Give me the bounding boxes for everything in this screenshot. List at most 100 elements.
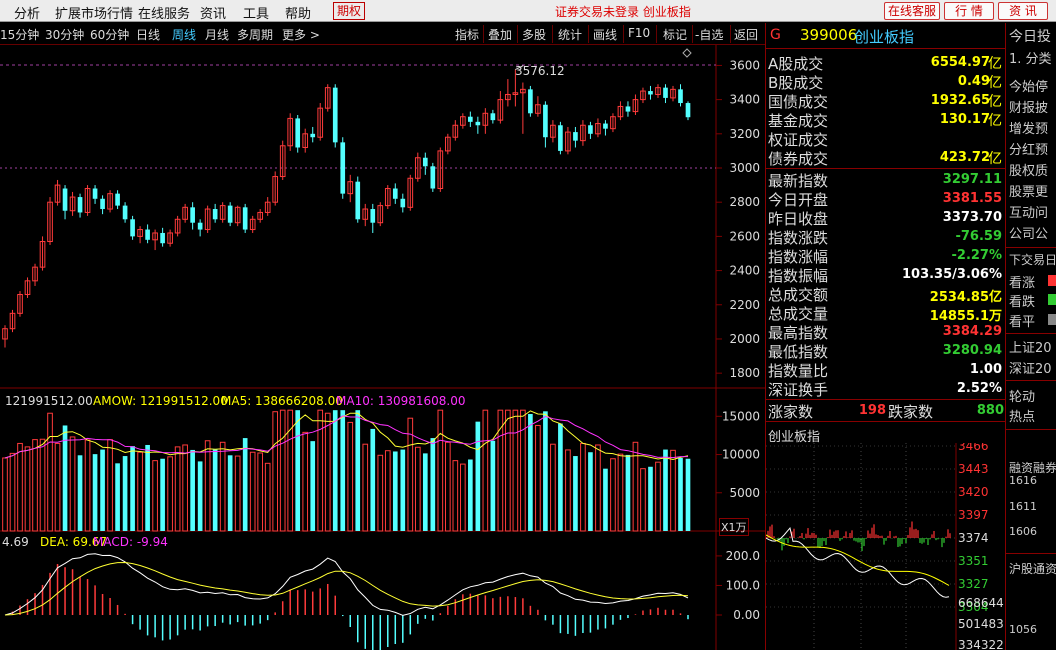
candle-body <box>160 232 165 244</box>
options-button[interactable]: 期权 <box>333 2 365 20</box>
volume-bar <box>174 446 181 532</box>
macd-series <box>4 553 689 650</box>
index-name: 创业板指 <box>854 28 915 46</box>
volume-bar <box>565 449 571 532</box>
volume-bar <box>39 438 46 532</box>
tool-add-watchlist[interactable]: -自选 <box>695 26 723 43</box>
volume-bar <box>47 412 53 532</box>
macd-tick-100.0: 100.0 <box>726 578 760 592</box>
volume-bar <box>685 458 691 531</box>
candle-body <box>430 166 436 189</box>
volume-row-unit: 亿 <box>988 56 1002 72</box>
menu-help[interactable]: 帮助 <box>285 3 311 22</box>
volume-row-unit: 亿 <box>988 151 1002 167</box>
volume-bar <box>197 461 203 531</box>
far-item[interactable]: 今始停 <box>1009 76 1048 95</box>
candle-body <box>340 142 346 194</box>
period-multi[interactable]: 多周期 <box>237 26 273 43</box>
kline-chart-area[interactable]: 1800 2000 2200 2400 2600 2800 3000 3200 3400 3600… <box>0 45 765 650</box>
macd-dif-line <box>4 553 689 616</box>
volume-bar <box>377 454 384 532</box>
volume-bar <box>272 411 279 532</box>
far-category[interactable]: 1. 分类 <box>1009 48 1052 67</box>
volume-bar <box>77 455 83 531</box>
macd-dea-line <box>4 561 689 616</box>
tool-stats[interactable]: 统计 <box>558 26 582 43</box>
period-month[interactable]: 月线 <box>205 26 229 43</box>
volume-bar <box>137 451 143 532</box>
volume-bar <box>437 409 444 532</box>
index-row-value: 3381.55 <box>942 191 1002 206</box>
volume-bar <box>295 410 301 531</box>
far-rotation: 轮动 <box>1009 390 1036 405</box>
volume-bar <box>444 441 451 532</box>
volume-bar <box>242 438 248 531</box>
volume-bar <box>130 446 135 531</box>
period-15min[interactable]: 15分钟 <box>0 26 39 43</box>
candle-body <box>212 209 218 220</box>
tool-mark[interactable]: 标记 <box>663 26 687 43</box>
menu-online-service[interactable]: 在线服务 <box>138 3 190 22</box>
far-item[interactable]: 增发预 <box>1009 118 1048 137</box>
intraday-mini-chart[interactable]: 3466344334203397337433513327330466864450… <box>766 443 1006 650</box>
price-tick-2800: 2800 <box>729 195 760 209</box>
menu-news[interactable]: 资讯 <box>200 3 226 22</box>
index-row-label: 总成交额 <box>768 286 829 304</box>
far-item[interactable]: 股票更 <box>1009 181 1048 200</box>
volume-bar <box>340 410 346 531</box>
period-week[interactable]: 周线 <box>172 26 196 43</box>
quotes-button[interactable]: 行 情 <box>944 2 994 20</box>
price-tick-2400: 2400 <box>729 264 760 278</box>
volume-bar <box>227 455 233 531</box>
volume-bar <box>310 441 316 531</box>
candle-body <box>475 121 481 126</box>
menu-analysis[interactable]: 分析 <box>14 3 40 22</box>
far-item[interactable]: 财报披 <box>1009 97 1048 116</box>
tool-multi-stock[interactable]: 多股 <box>522 26 546 43</box>
news-button[interactable]: 资 讯 <box>998 2 1048 20</box>
period-more[interactable]: 更多 > <box>282 26 320 43</box>
tool-draw[interactable]: 画线 <box>593 26 617 43</box>
far-item[interactable]: 公司公 <box>1009 223 1048 242</box>
diamond-icon <box>682 48 692 58</box>
far-rz-3: 1606 <box>1009 525 1037 538</box>
index-row-label: 指数涨幅 <box>768 248 829 266</box>
volume-bar <box>204 440 211 532</box>
candle-body <box>190 207 195 223</box>
candle-body <box>648 91 653 95</box>
volume-bar <box>9 452 16 532</box>
period-day[interactable]: 日线 <box>136 26 160 43</box>
period-30min[interactable]: 30分钟 <box>45 26 84 43</box>
menu-tools[interactable]: 工具 <box>243 3 269 22</box>
index-row-label: 昨日收盘 <box>768 210 829 228</box>
far-item[interactable]: 股权质 <box>1009 160 1048 179</box>
far-fall: 看跌 <box>1009 295 1036 310</box>
far-hot: 热点 <box>1009 410 1036 425</box>
volume-bar <box>62 425 68 531</box>
candle-body <box>242 207 248 230</box>
volume-bar <box>558 423 563 531</box>
volume-bar <box>384 450 391 532</box>
decliners-count: 880 <box>976 403 1004 418</box>
group-marker: G <box>770 27 781 43</box>
far-item[interactable]: 互动问 <box>1009 202 1048 221</box>
online-support-button[interactable]: 在线客服 <box>884 2 940 20</box>
tool-overlay[interactable]: 叠加 <box>488 26 512 43</box>
far-item[interactable]: 分红预 <box>1009 139 1048 158</box>
vol-legend-ma10: MA10: 130981608.00 <box>336 394 466 408</box>
menu-extended-market[interactable]: 扩展市场行情 <box>55 3 133 22</box>
tool-indicator[interactable]: 指标 <box>455 26 479 43</box>
chart-toolbar: 15分钟 30分钟 60分钟 日线 周线 月线 多周期 更多 > 指标 叠加 多… <box>0 23 765 45</box>
tool-f10[interactable]: F10 <box>628 26 650 40</box>
volume-row-label: A股成交 <box>768 55 824 73</box>
candle-body <box>422 157 428 167</box>
price-tick-1800: 1800 <box>729 366 760 380</box>
index-row-label: 今日开盘 <box>768 191 829 209</box>
period-60min[interactable]: 60分钟 <box>90 26 129 43</box>
volume-bar <box>670 449 676 532</box>
tool-back[interactable]: 返回 <box>734 26 758 43</box>
index-row-value: 2534.85亿 <box>929 290 1002 305</box>
far-right-panel: 今日投 1. 分类 今始停 财报披 增发预 分红预 股权质 股票更 互动问 公司公 下交易日 … <box>1005 23 1056 650</box>
volume-bar <box>122 456 128 531</box>
candle-body <box>392 188 398 199</box>
